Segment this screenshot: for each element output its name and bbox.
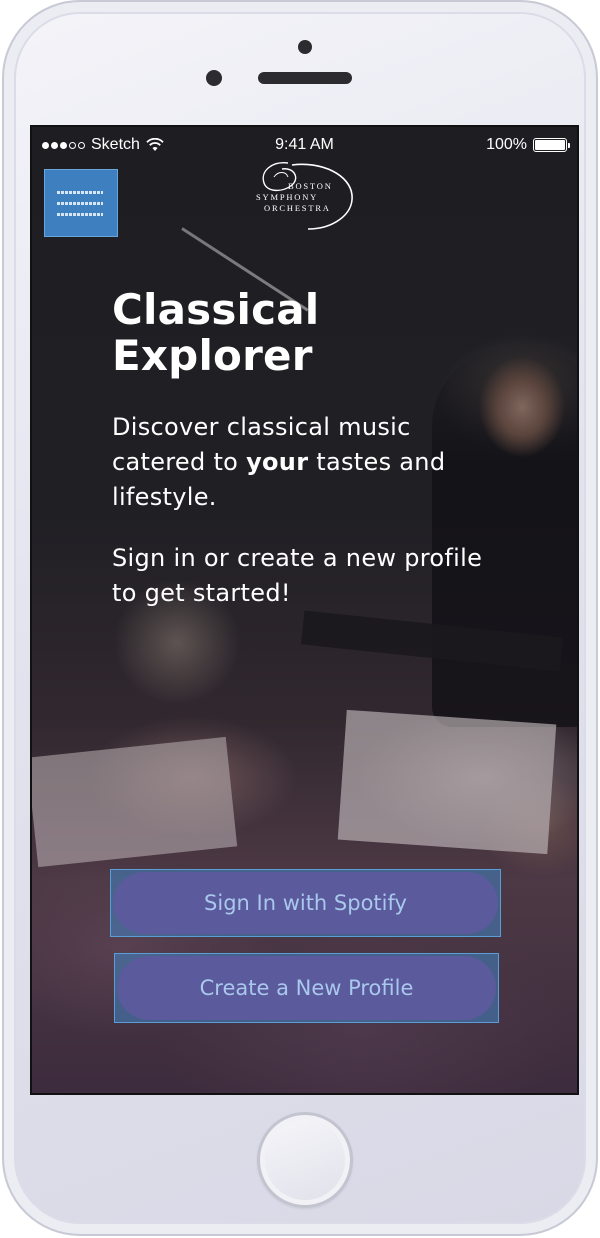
status-right: 100% — [486, 127, 570, 163]
create-profile-button-frame: Create a New Profile — [114, 953, 499, 1023]
page-title: Classical Explorer — [112, 287, 412, 379]
phone-frame: Sketch 9:41 AM 100% BOSTON SYMPHONY ORCH… — [2, 0, 598, 1236]
app-screen: Sketch 9:41 AM 100% BOSTON SYMPHONY ORCH… — [30, 125, 579, 1095]
logo-text-boston: BOSTON — [288, 181, 333, 191]
home-button[interactable] — [257, 1112, 353, 1208]
title-line-2: Explorer — [112, 331, 313, 380]
hamburger-line — [57, 212, 103, 216]
create-new-profile-button[interactable]: Create a New Profile — [117, 956, 496, 1020]
earpiece-speaker — [258, 72, 352, 84]
bso-logo: BOSTON SYMPHONY ORCHESTRA — [252, 157, 362, 237]
logo-text-orchestra: ORCHESTRA — [264, 203, 331, 213]
sign-in-with-spotify-button[interactable]: Sign In with Spotify — [113, 872, 498, 934]
signin-button-frame: Sign In with Spotify — [110, 869, 501, 937]
title-line-1: Classical — [112, 285, 320, 334]
hamburger-line — [57, 201, 103, 205]
call-to-action-text: Sign in or create a new profile to get s… — [112, 544, 483, 607]
intro-text-emphasis: your — [246, 448, 309, 476]
battery-icon — [533, 138, 570, 152]
battery-percentage: 100% — [486, 136, 527, 153]
front-camera — [298, 40, 312, 54]
intro-paragraph: Discover classical music catered to your… — [112, 410, 512, 515]
logo-text-symphony: SYMPHONY — [256, 192, 319, 202]
menu-button[interactable] — [44, 169, 118, 237]
proximity-sensor — [206, 70, 222, 86]
hamburger-menu-icon — [57, 190, 103, 194]
